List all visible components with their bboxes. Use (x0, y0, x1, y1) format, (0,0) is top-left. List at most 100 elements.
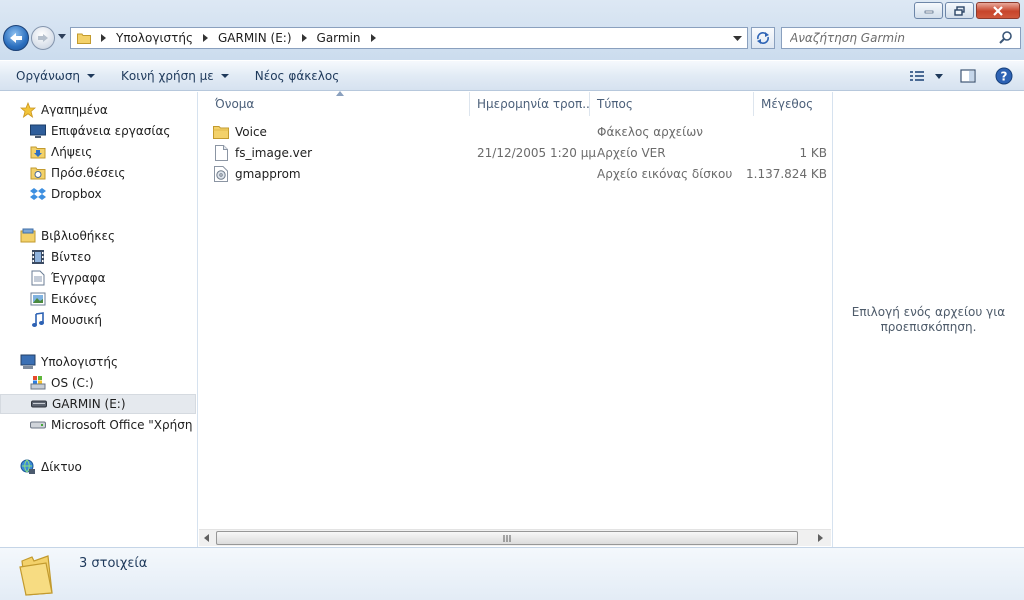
libraries-icon (20, 228, 36, 244)
nav-drive-office[interactable]: Microsoft Office "Χρήση με (0, 415, 196, 435)
nav-drive-garmin[interactable]: GARMIN (E:) (0, 394, 196, 414)
help-icon: ? (995, 67, 1013, 85)
network-icon (20, 459, 36, 475)
command-bar: Οργάνωση Κοινή χρήση με Νέος φάκελος ? (0, 60, 1024, 91)
nav-label: Βιβλιοθήκες (41, 229, 116, 243)
column-divider[interactable] (589, 92, 590, 116)
scroll-right-button[interactable] (818, 534, 823, 542)
preview-pane-button[interactable] (954, 64, 982, 88)
breadcrumb-label: Υπολογιστής (116, 31, 193, 45)
horizontal-scrollbar[interactable] (199, 529, 831, 546)
file-name: Voice (235, 125, 267, 139)
file-row-voice[interactable]: Voice Φάκελος αρχείων (213, 122, 829, 142)
nav-dropbox[interactable]: Dropbox (0, 184, 196, 204)
new-folder-button[interactable]: Νέος φάκελος (245, 64, 350, 88)
nav-label: Έγγραφα (51, 271, 106, 285)
organize-button[interactable]: Οργάνωση (6, 64, 105, 88)
breadcrumb-garmin-folder[interactable]: Garmin (311, 31, 367, 45)
forward-button[interactable] (31, 26, 55, 50)
caret-down-icon (220, 73, 229, 78)
share-with-button[interactable]: Κοινή χρήση με (111, 64, 239, 88)
system-drive-icon (30, 375, 46, 391)
close-button[interactable] (976, 2, 1020, 19)
video-icon (30, 249, 46, 265)
search-icon[interactable] (998, 30, 1014, 46)
recent-pages-dropdown[interactable] (58, 34, 66, 39)
address-history-dropdown[interactable] (727, 28, 747, 48)
nav-music[interactable]: Μουσική (0, 310, 196, 330)
nav-label: Δίκτυο (41, 460, 82, 474)
restore-button[interactable] (945, 2, 974, 19)
pictures-icon (30, 291, 46, 307)
file-name-cell: fs_image.ver (213, 143, 312, 163)
folder-icon (77, 33, 91, 44)
search-input[interactable] (782, 29, 998, 47)
breadcrumb-separator[interactable] (370, 34, 376, 42)
sort-ascending-icon (336, 91, 344, 96)
file-size (761, 122, 827, 142)
nav-libraries[interactable]: Βιβλιοθήκες (0, 226, 196, 246)
nav-drive-c[interactable]: OS (C:) (0, 373, 196, 393)
nav-desktop[interactable]: Επιφάνεια εργασίας (0, 121, 196, 141)
star-icon (20, 102, 36, 118)
removable-drive-icon (31, 396, 47, 412)
nav-label: Επιφάνεια εργασίας (51, 124, 171, 138)
file-size: 1 KB (799, 146, 827, 160)
details-view-icon (910, 71, 924, 81)
nav-recent-places[interactable]: Πρόσ.θέσεις (0, 163, 196, 183)
file-list: Όνομα Ημερομηνία τροπ... Τύπος Μέγεθος V… (199, 91, 831, 547)
drive-icon (30, 417, 46, 433)
chevron-down-icon (935, 73, 943, 79)
breadcrumb-separator[interactable] (101, 34, 106, 42)
nav-network[interactable]: Δίκτυο (0, 457, 196, 477)
file-row-fs-image-ver[interactable]: fs_image.ver 21/12/2005 1:20 μμ Αρχείο V… (213, 143, 829, 163)
nav-label: Αγαπημένα (41, 103, 108, 117)
column-divider[interactable] (753, 92, 754, 116)
file-row-gmapprom[interactable]: gmapprom Αρχείο εικόνας δίσκου 1.137.824… (213, 164, 829, 184)
address-bar[interactable]: Υπολογιστής GARMIN (E:) Garmin (70, 27, 748, 49)
nav-pictures[interactable]: Εικόνες (0, 289, 196, 309)
refresh-icon (757, 32, 769, 44)
breadcrumb-label: GARMIN (E:) (217, 31, 292, 45)
arrow-left-icon (10, 33, 22, 43)
documents-icon (30, 270, 46, 286)
minimize-button[interactable] (914, 2, 943, 19)
caret-down-icon (87, 73, 96, 78)
window-header: Υπολογιστής GARMIN (E:) Garmin (0, 0, 1024, 60)
breadcrumb-label: Garmin (316, 31, 361, 45)
column-header-size[interactable]: Μέγεθος (755, 92, 831, 116)
minimize-icon (924, 10, 933, 13)
preview-message: Επιλογή ενός αρχείου για προεπισκόπηση. (851, 304, 1006, 334)
nav-label: Πρόσ.θέσεις (51, 166, 126, 180)
nav-videos[interactable]: Βίντεο (0, 247, 196, 267)
column-header-type[interactable]: Τύπος (591, 92, 751, 116)
computer-icon (20, 354, 36, 370)
nav-label: Dropbox (51, 187, 102, 201)
close-icon (993, 5, 1003, 16)
column-divider[interactable] (469, 92, 470, 116)
breadcrumb-garmin-drive[interactable]: GARMIN (E:) (212, 31, 298, 45)
change-view-button[interactable] (906, 64, 946, 88)
nav-downloads[interactable]: Λήψεις (0, 142, 196, 162)
column-header-label: Τύπος (597, 97, 633, 111)
breadcrumb-computer[interactable]: Υπολογιστής (110, 31, 199, 45)
breadcrumb-separator[interactable] (202, 34, 208, 42)
preview-pane-icon (960, 69, 976, 83)
nav-computer[interactable]: Υπολογιστής (0, 352, 196, 372)
breadcrumb-separator[interactable] (301, 34, 307, 42)
file-date: 21/12/2005 1:20 μμ (477, 146, 597, 160)
column-header-date[interactable]: Ημερομηνία τροπ... (471, 92, 589, 116)
dropbox-icon (30, 186, 46, 202)
help-button[interactable]: ? (990, 64, 1018, 88)
view-controls: ? (898, 64, 1018, 88)
refresh-button[interactable] (751, 27, 775, 49)
back-button[interactable] (3, 25, 29, 51)
scroll-left-button[interactable] (204, 534, 209, 542)
grip-icon (503, 534, 511, 542)
column-header-label: Ημερομηνία τροπ... (477, 97, 589, 111)
scrollbar-thumb[interactable] (216, 531, 798, 545)
nav-documents[interactable]: Έγγραφα (0, 268, 196, 288)
nav-label: Microsoft Office "Χρήση με (51, 418, 196, 432)
downloads-folder-icon (30, 144, 46, 160)
nav-favorites[interactable]: Αγαπημένα (0, 100, 196, 120)
